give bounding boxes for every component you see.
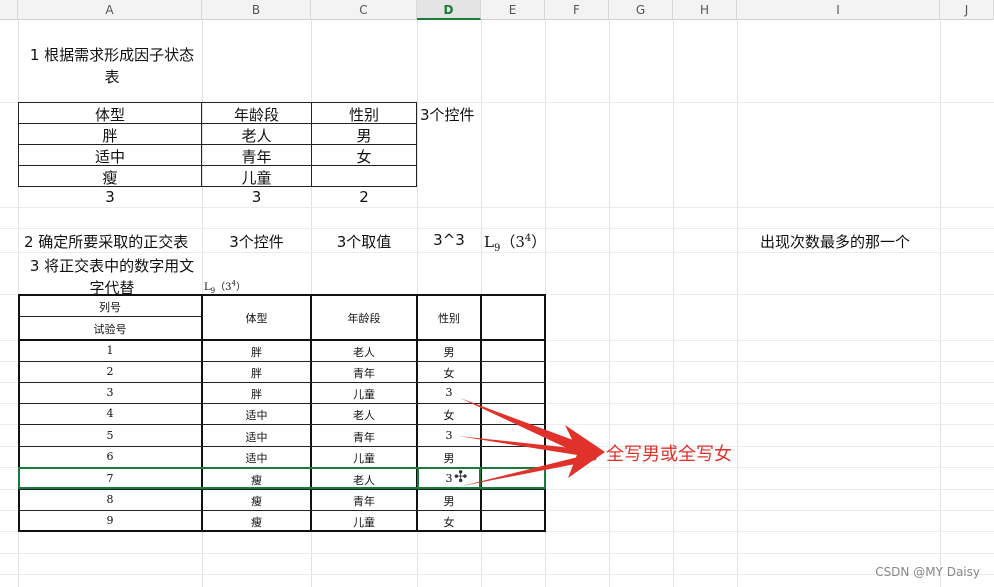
annotation-arrows [458, 398, 605, 486]
watermark: CSDN @MY Daisy [875, 565, 980, 579]
annotation-text: 全写男或全写女 [606, 444, 732, 465]
